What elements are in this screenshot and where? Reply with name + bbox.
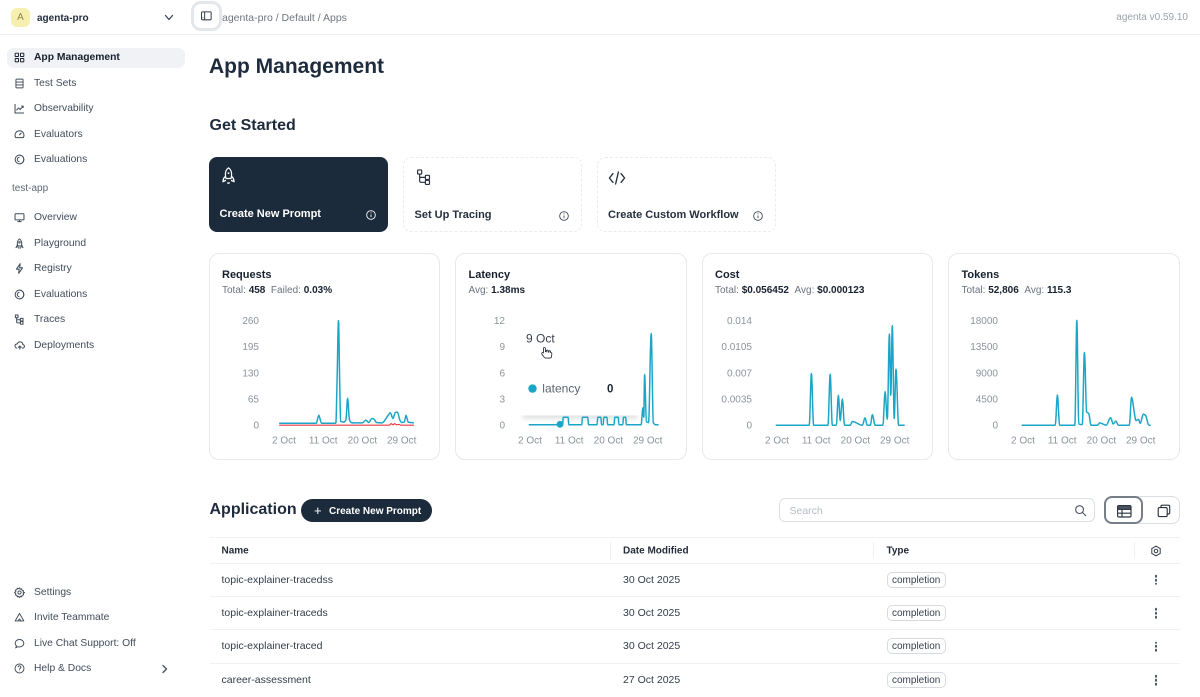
svg-text:0.007: 0.007 (726, 368, 751, 379)
svg-text:0: 0 (499, 421, 505, 432)
svg-text:29 Oct: 29 Oct (386, 436, 416, 447)
svg-text:130: 130 (242, 368, 259, 379)
svg-text:0: 0 (253, 421, 259, 432)
svg-text:9000: 9000 (976, 368, 999, 379)
svg-text:11 Oct: 11 Oct (555, 436, 584, 447)
svg-text:11 Oct: 11 Oct (308, 436, 337, 447)
svg-text:9 Oct: 9 Oct (526, 332, 555, 346)
svg-text:4500: 4500 (976, 395, 999, 406)
svg-text:195: 195 (242, 342, 259, 353)
svg-text:29 Oct: 29 Oct (633, 436, 663, 447)
svg-text:20 Oct: 20 Oct (1087, 436, 1117, 447)
svg-text:3: 3 (499, 395, 505, 406)
svg-text:29 Oct: 29 Oct (1126, 436, 1156, 447)
svg-text:2 Oct: 2 Oct (765, 436, 789, 447)
svg-text:11 Oct: 11 Oct (1048, 436, 1077, 447)
svg-text:11 Oct: 11 Oct (801, 436, 830, 447)
svg-text:9: 9 (499, 342, 505, 353)
svg-text:12: 12 (494, 316, 506, 327)
svg-text:20 Oct: 20 Oct (840, 436, 870, 447)
svg-text:20 Oct: 20 Oct (594, 436, 624, 447)
svg-text:18000: 18000 (970, 316, 998, 327)
svg-text:260: 260 (242, 316, 259, 327)
svg-text:2 Oct: 2 Oct (272, 436, 296, 447)
svg-text:0: 0 (992, 421, 998, 432)
svg-text:0.014: 0.014 (726, 316, 751, 327)
svg-text:6: 6 (499, 368, 505, 379)
svg-text:29 Oct: 29 Oct (879, 436, 909, 447)
svg-text:65: 65 (247, 395, 259, 406)
svg-text:20 Oct: 20 Oct (347, 436, 377, 447)
svg-text:2 Oct: 2 Oct (518, 436, 542, 447)
svg-text:0.0035: 0.0035 (721, 395, 752, 406)
svg-text:0: 0 (746, 421, 752, 432)
svg-text:0.0105: 0.0105 (721, 342, 752, 353)
svg-text:2 Oct: 2 Oct (1011, 436, 1035, 447)
svg-text:latency: latency (542, 381, 580, 395)
svg-text:13500: 13500 (970, 342, 998, 353)
svg-text:0: 0 (607, 384, 613, 396)
